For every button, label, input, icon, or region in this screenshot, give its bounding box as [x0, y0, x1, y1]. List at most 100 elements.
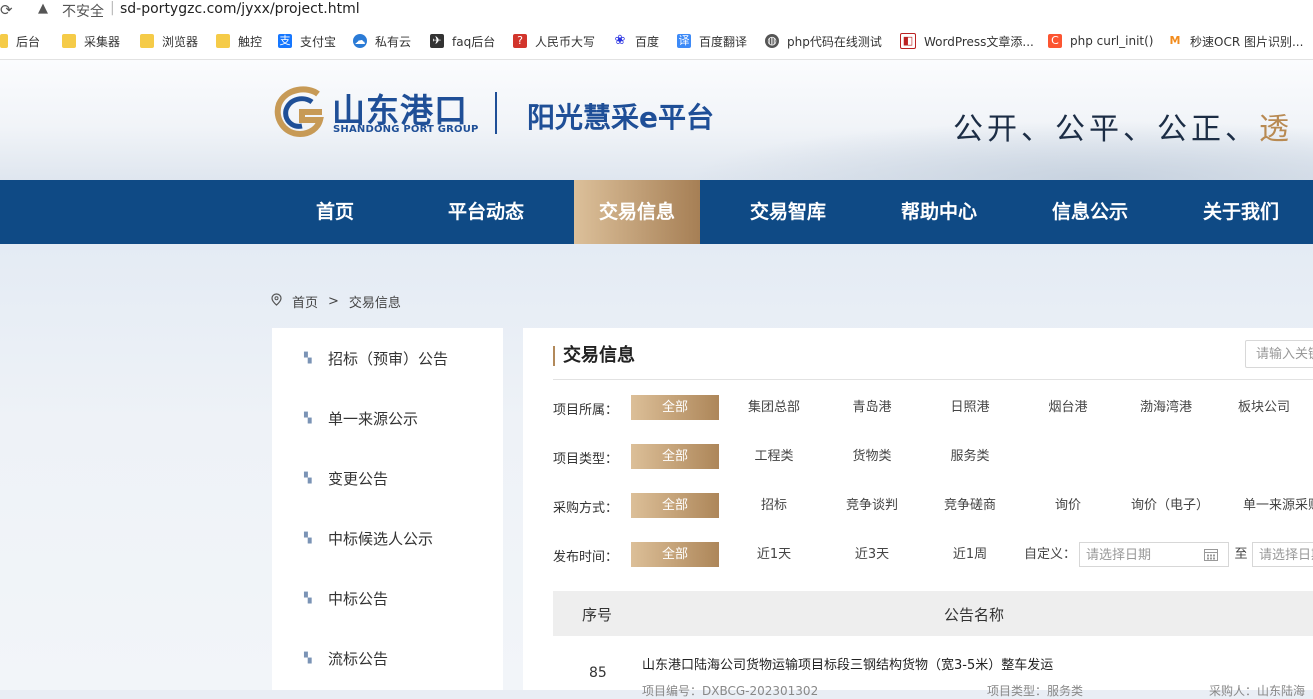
filter-all-button[interactable]: 全部 — [631, 395, 719, 420]
filter-option[interactable]: 日照港 — [941, 395, 999, 420]
filter-all-button[interactable]: 全部 — [631, 493, 719, 518]
filter-option[interactable]: 询价（电子） — [1129, 493, 1211, 518]
date-placeholder: 请选择日期 — [1259, 548, 1313, 563]
custom-label: 自定义： — [1023, 547, 1076, 562]
table-row[interactable]: 85 山东港口陆海公司货物运输项目标段三钢结构货物（宽3-5米）整车发运 项目编… — [553, 646, 1313, 698]
bookmark-liulanqi[interactable]: 浏览器 — [140, 32, 198, 50]
filter-option[interactable]: 询价 — [1039, 493, 1097, 518]
filter-all-button[interactable]: 全部 — [631, 444, 719, 469]
breadcrumb-home[interactable]: 首页 — [292, 292, 318, 311]
filter-option[interactable]: 单一来源采购 — [1243, 493, 1313, 518]
filter-affiliation: 项目所属： 全部 集团总部 青岛港 日照港 烟台港 渤海湾港 板块公司 — [553, 395, 1313, 420]
bullet-icon: ▝▖ — [300, 352, 316, 364]
location-pin-icon — [271, 293, 282, 310]
filter-label: 发布时间： — [553, 550, 619, 565]
filter-option[interactable]: 渤海湾港 — [1135, 395, 1197, 420]
bookmark-chukong[interactable]: 触控 — [216, 32, 262, 50]
cloud-icon: ☁ — [353, 34, 367, 48]
sidebar-item-candidate[interactable]: ▝▖ 中标候选人公示 — [272, 508, 503, 568]
search-input[interactable]: 请输入关键字 — [1245, 340, 1313, 368]
filter-option[interactable]: 货物类 — [843, 444, 901, 469]
baidu-paw-icon: ❀ — [613, 33, 627, 48]
rmb-icon: ? — [513, 34, 527, 48]
url-field[interactable]: sd-portygzc.com/jyxx/project.html — [120, 1, 360, 17]
bookmark-alipay[interactable]: 支支付宝 — [278, 32, 336, 50]
bookmark-caijiqi[interactable]: 采集器 — [62, 32, 120, 50]
filter-option[interactable]: 近3天 — [843, 542, 901, 567]
bookmark-rmb[interactable]: ? 人民币大写 — [513, 32, 595, 50]
filter-all-button[interactable]: 全部 — [631, 542, 719, 567]
bookmark-houtai[interactable]: 后台 — [0, 32, 40, 50]
filter-method: 采购方式： 全部 招标 竞争谈判 竞争磋商 询价 询价（电子） 单一来源采购 — [553, 493, 1313, 518]
filter-option[interactable]: 服务类 — [941, 444, 999, 469]
filter-label: 项目类型： — [553, 452, 619, 467]
sidebar-item-label: 招标（预审）公告 — [328, 349, 449, 368]
end-date-field[interactable]: 请选择日期 — [1252, 542, 1313, 567]
bookmark-label: WordPress文章添... — [924, 34, 1034, 49]
sidebar: ▝▖ 招标（预审）公告 ▝▖ 单一来源公示 ▝▖ 变更公告 ▝▖ 中标候选人公示 ▝▖ 中… — [272, 328, 503, 690]
start-date-field[interactable]: 请选择日期 — [1079, 542, 1229, 567]
table-header: 序号 公告名称 — [553, 591, 1313, 636]
sidebar-item-single-source[interactable]: ▝▖ 单一来源公示 — [272, 388, 503, 448]
sidebar-item-label: 单一来源公示 — [328, 409, 419, 428]
row-buyer: 采购人：山东陆海 — [1209, 684, 1306, 698]
bookmark-php[interactable]: ◍ php代码在线测试 — [765, 32, 882, 50]
sidebar-item-tender[interactable]: ▝▖ 招标（预审）公告 — [272, 328, 503, 388]
breadcrumb-current[interactable]: 交易信息 — [349, 292, 401, 311]
alipay-icon: 支 — [278, 34, 292, 48]
sidebar-item-award[interactable]: ▝▖ 中标公告 — [272, 568, 503, 628]
bookmark-cloud[interactable]: ☁ 私有云 — [353, 32, 411, 50]
nav-platform-news[interactable]: 平台动态 — [423, 180, 549, 244]
bookmark-label: 浏览器 — [162, 34, 199, 49]
bookmark-label: 采集器 — [84, 34, 121, 49]
folder-icon — [140, 34, 154, 48]
bookmark-wordpress[interactable]: ◧ WordPress文章添... — [900, 32, 1034, 50]
bookmark-translate[interactable]: 译百度翻译 — [677, 32, 747, 50]
warning-icon[interactable]: ▲ — [38, 1, 48, 16]
bookmark-csdn[interactable]: Cphp curl_init() — [1048, 32, 1153, 50]
row-title[interactable]: 山东港口陆海公司货物运输项目标段三钢结构货物（宽3-5米）整车发运 — [642, 654, 1053, 673]
filter-option[interactable]: 近1天 — [745, 542, 803, 567]
slogan-text: 公开、公平、公正、 — [953, 112, 1259, 147]
sidebar-item-failed[interactable]: ▝▖ 流标公告 — [272, 628, 503, 688]
calendar-icon[interactable] — [1204, 548, 1218, 561]
filter-option[interactable]: 近1周 — [941, 542, 999, 567]
row-category: 项目类型：服务类 — [987, 684, 1084, 698]
filter-option[interactable]: 竞争谈判 — [839, 493, 905, 518]
nav-trade-info[interactable]: 交易信息 — [574, 180, 700, 244]
filter-option[interactable]: 招标 — [745, 493, 803, 518]
insecure-label[interactable]: 不安全 — [62, 1, 104, 21]
nav-help-center[interactable]: 帮助中心 — [876, 180, 1002, 244]
bullet-icon: ▝▖ — [300, 532, 316, 544]
sidebar-item-change[interactable]: ▝▖ 变更公告 — [272, 448, 503, 508]
bookmark-label: 百度翻译 — [699, 34, 748, 49]
nav-about-us[interactable]: 关于我们 — [1178, 180, 1304, 244]
filter-option[interactable]: 竞争磋商 — [937, 493, 1003, 518]
filter-option[interactable]: 工程类 — [745, 444, 803, 469]
filter-option[interactable]: 青岛港 — [843, 395, 901, 420]
site-header: 山东港口 SHANDONG PORT GROUP 阳光慧采e平台 公开、公平、公… — [0, 60, 1313, 180]
breadcrumb: 首页 > 交易信息 — [271, 292, 411, 311]
bullet-icon: ▝▖ — [300, 472, 316, 484]
logo-divider — [495, 92, 497, 134]
csdn-icon: C — [1048, 34, 1062, 48]
main-panel: 交易信息 请输入关键字 项目所属： 全部 集团总部 青岛港 日照港 烟台港 渤海… — [523, 328, 1313, 698]
nav-home[interactable]: 首页 — [272, 180, 398, 244]
nav-info-public[interactable]: 信息公示 — [1027, 180, 1153, 244]
bookmark-ocr[interactable]: M 秒速OCR 图片识别... — [1168, 32, 1303, 50]
bullet-icon: ▝▖ — [300, 652, 316, 664]
bookmark-label: 私有云 — [375, 34, 412, 49]
bookmark-label: 支付宝 — [300, 34, 337, 49]
filter-option[interactable]: 集团总部 — [745, 395, 803, 420]
bookmark-faq[interactable]: ✈ faq后台 — [430, 32, 495, 50]
nav-trade-library[interactable]: 交易智库 — [725, 180, 851, 244]
port-logo-icon[interactable] — [272, 84, 326, 138]
wordpress-icon: ◧ — [900, 33, 916, 49]
filter-option[interactable]: 烟台港 — [1039, 395, 1097, 420]
filter-option[interactable]: 板块公司 — [1233, 395, 1295, 420]
reload-icon[interactable]: ⟳ — [0, 1, 13, 19]
filter-label: 采购方式： — [553, 501, 619, 516]
main-nav: 首页 平台动态 交易信息 交易智库 帮助中心 信息公示 关于我们 — [0, 180, 1313, 244]
bookmark-baidu[interactable]: ❀ 百度 — [613, 32, 659, 50]
title-divider — [553, 379, 1313, 380]
